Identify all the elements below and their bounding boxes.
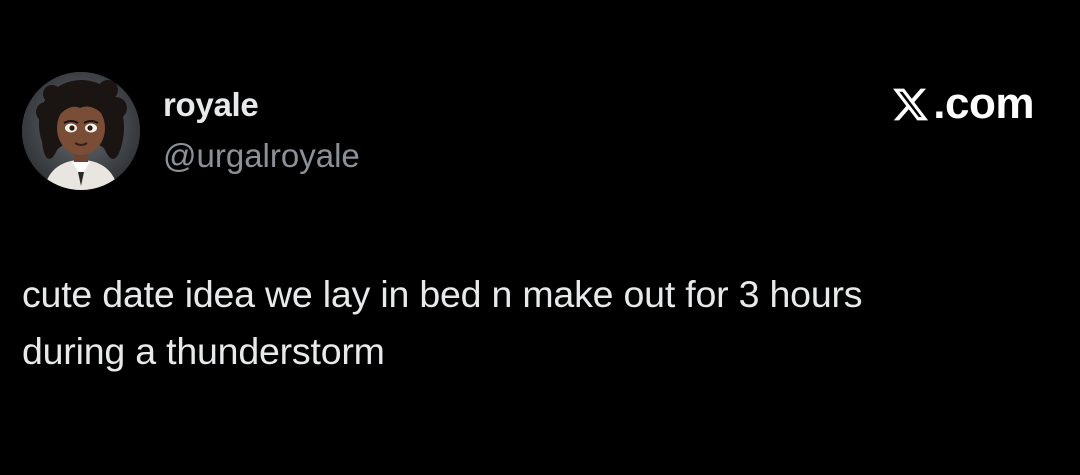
source-brand: .com bbox=[890, 82, 1034, 126]
author-handle[interactable]: @urgalroyale bbox=[163, 139, 360, 172]
x-logo-icon bbox=[893, 88, 929, 120]
cartoon-girl-avatar-icon bbox=[22, 72, 140, 190]
tweet-text-line: during a thunderstorm bbox=[22, 330, 385, 372]
tweet-text-line: cute date idea we lay in bed n make out … bbox=[22, 273, 863, 315]
tweet-text: cute date idea we lay in bed n make out … bbox=[22, 266, 1062, 380]
avatar[interactable] bbox=[22, 72, 140, 190]
tweet-card: royale @urgalroyale .com cute date idea … bbox=[0, 0, 1080, 475]
source-domain: .com bbox=[933, 79, 1034, 128]
author-display-name[interactable]: royale bbox=[163, 88, 259, 121]
